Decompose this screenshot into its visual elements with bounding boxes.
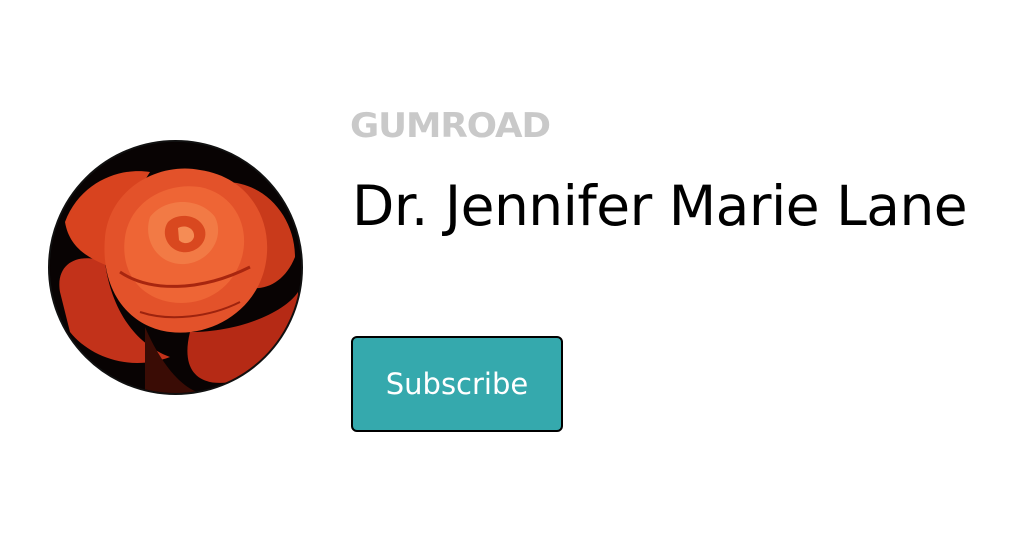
gumroad-logo[interactable]: GUMROAD <box>350 104 552 144</box>
avatar <box>48 140 303 395</box>
profile-name: Dr. Jennifer Marie Lane <box>352 174 968 238</box>
rose-image <box>50 142 301 393</box>
gumroad-wordmark: GUMROAD <box>350 106 551 144</box>
subscribe-button[interactable]: Subscribe <box>351 336 563 432</box>
profile-card: GUMROAD Dr. Jennifer Marie Lane Subscrib… <box>0 0 1024 536</box>
logo-text: GUMROAD <box>350 106 550 144</box>
